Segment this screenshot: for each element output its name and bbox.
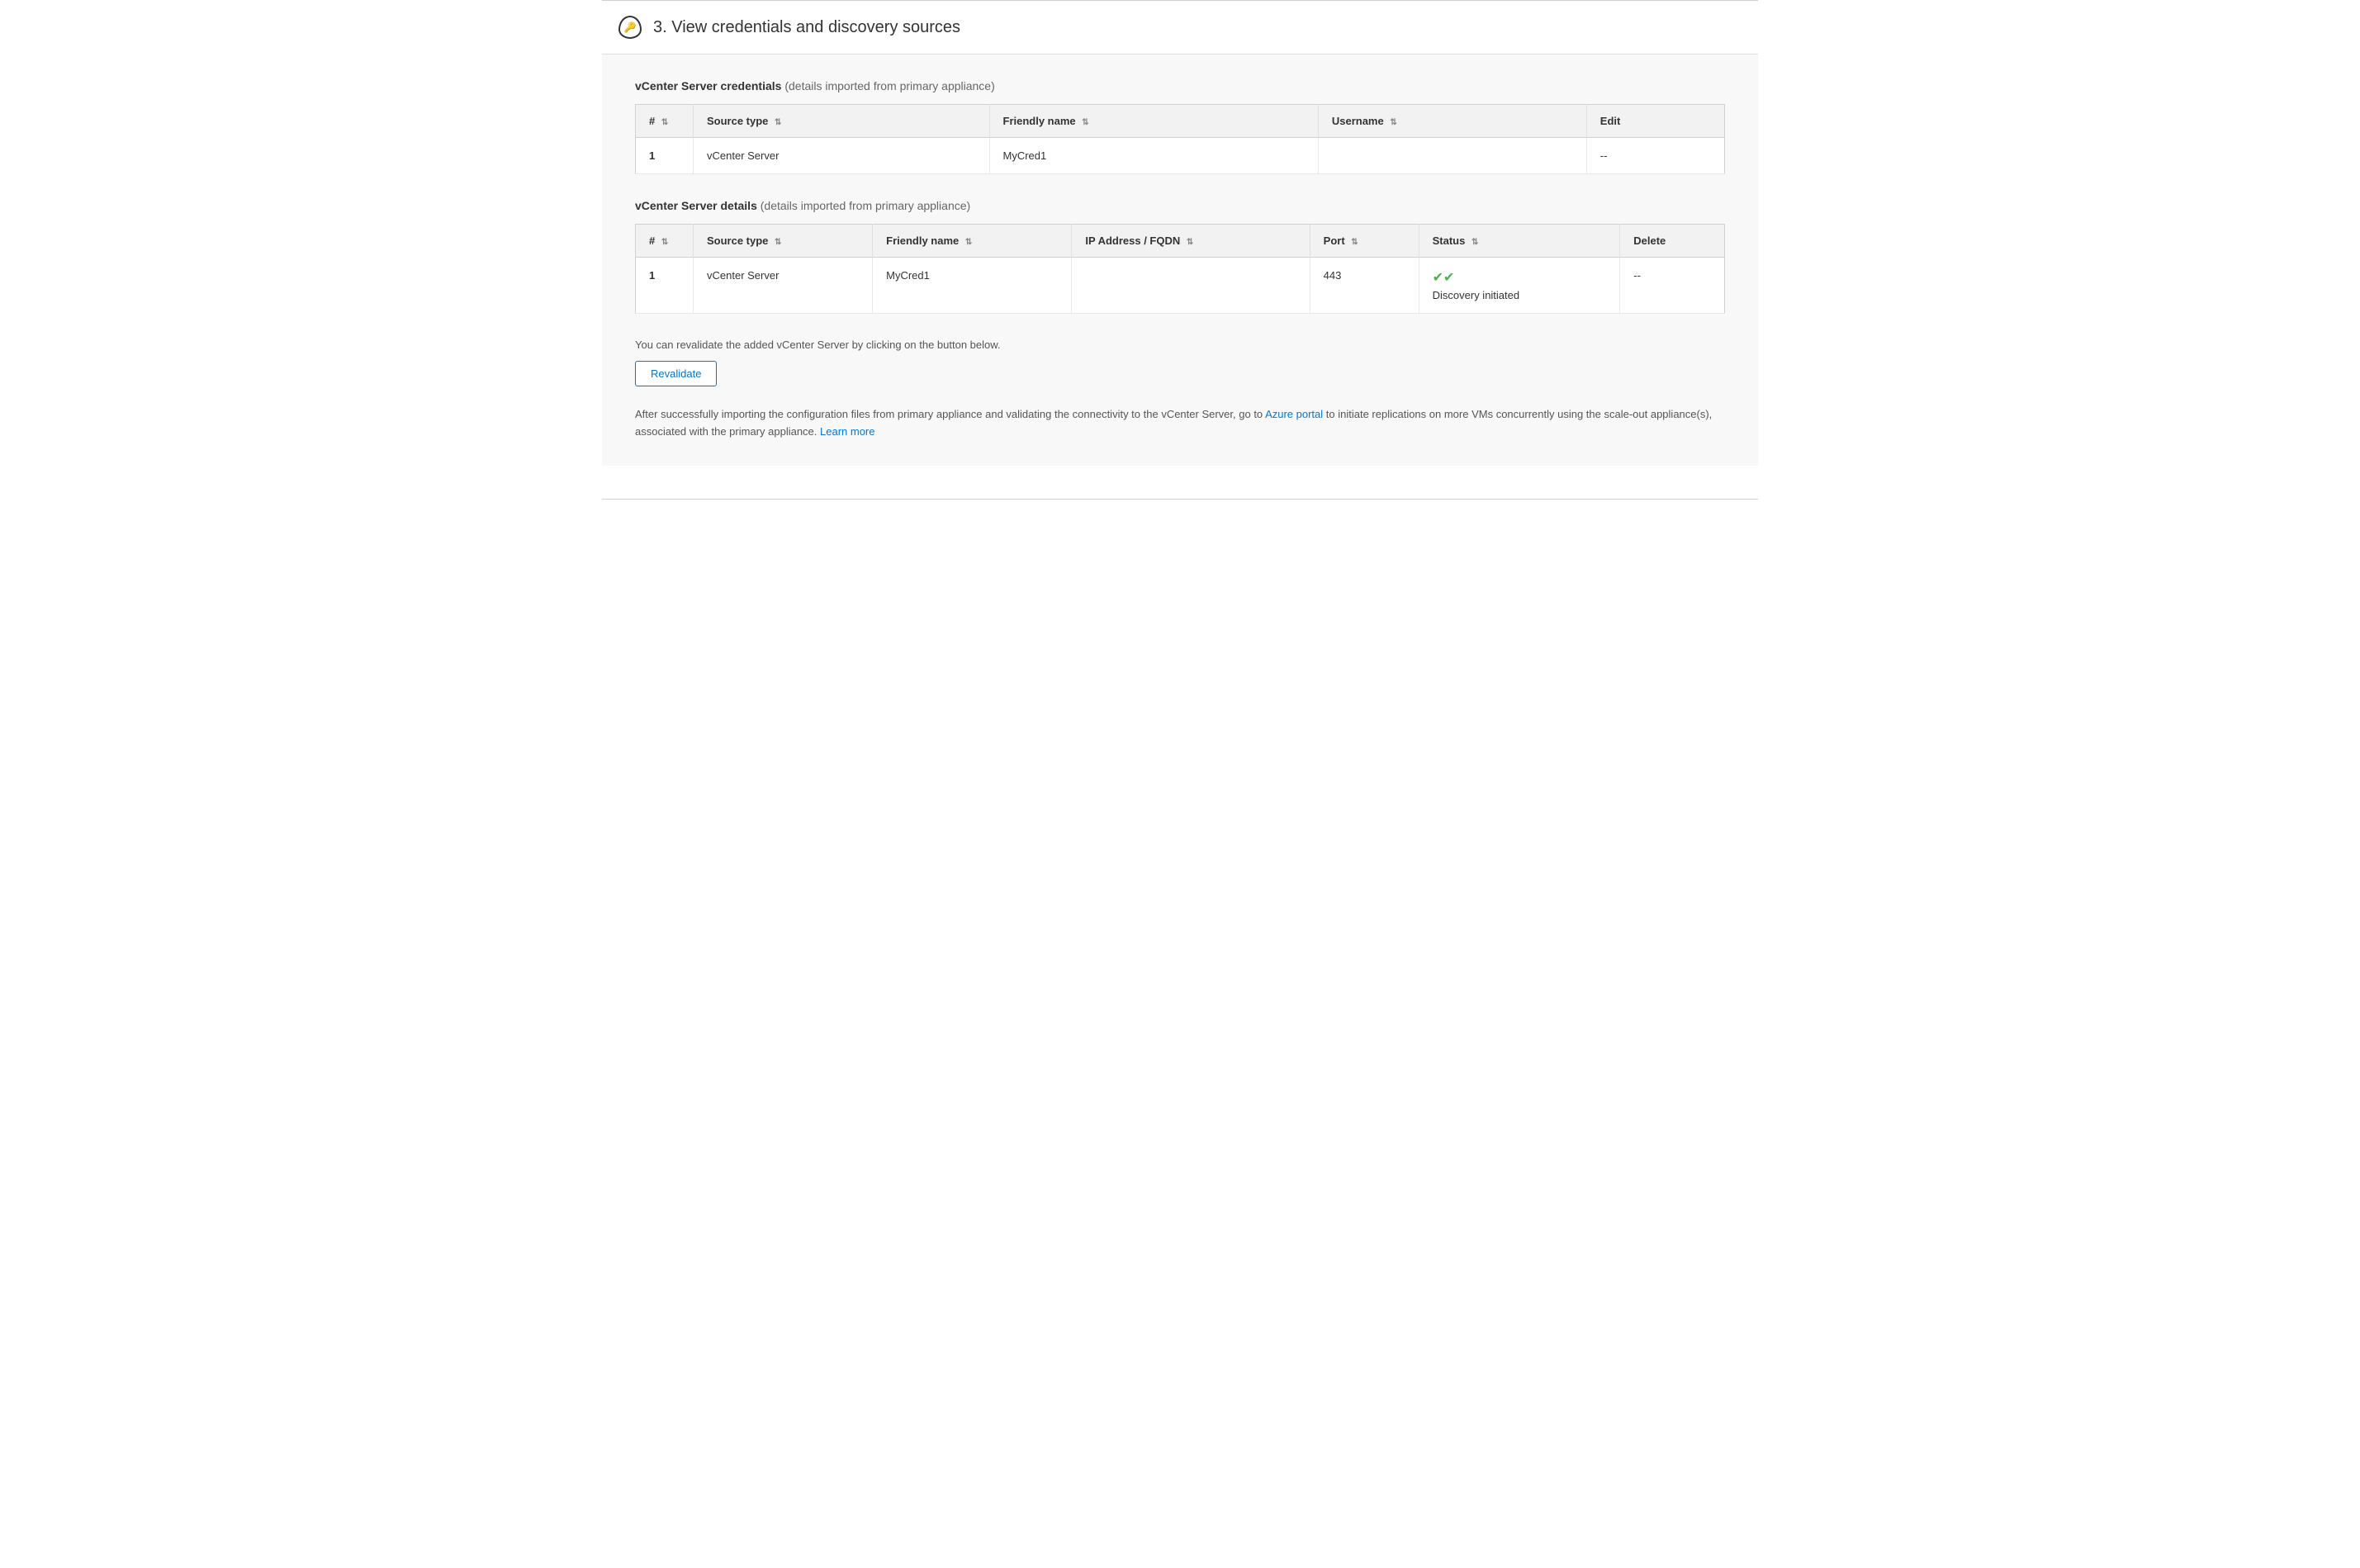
credentials-table: # ⇅ Source type ⇅ Friendly name ⇅ User [635,104,1725,174]
details-section: vCenter Server details (details imported… [635,199,1725,314]
credentials-table-head: # ⇅ Source type ⇅ Friendly name ⇅ User [636,105,1725,138]
td-cred-edit: -- [1586,138,1724,174]
th-det-num[interactable]: # ⇅ [636,225,694,258]
details-table-header-row: # ⇅ Source type ⇅ Friendly name ⇅ IP A [636,225,1725,258]
td-det-delete: -- [1620,258,1725,314]
sort-icon-det-source: ⇅ [775,238,781,247]
credentials-title-bold: vCenter Server credentials [635,79,781,92]
shield-icon [618,16,642,39]
td-det-status: ✔✔ Discovery initiated [1419,258,1620,314]
credentials-title-subtitle: (details imported from primary appliance… [784,79,994,92]
details-table-body: 1 vCenter Server MyCred1 443 ✔✔ Discover… [636,258,1725,314]
revalidate-description: You can revalidate the added vCenter Ser… [635,339,1725,351]
sort-icon-det-status: ⇅ [1471,238,1478,247]
th-det-delete: Delete [1620,225,1725,258]
double-check-icon: ✔✔ [1433,269,1607,286]
credentials-table-header-row: # ⇅ Source type ⇅ Friendly name ⇅ User [636,105,1725,138]
td-det-ip-address [1072,258,1310,314]
main-content: vCenter Server credentials (details impo… [602,54,1758,466]
credentials-section-title: vCenter Server credentials (details impo… [635,79,1725,92]
revalidate-section: You can revalidate the added vCenter Ser… [635,339,1725,386]
sort-icon-cred-source: ⇅ [775,118,781,127]
th-det-friendly-name[interactable]: Friendly name ⇅ [873,225,1072,258]
td-det-num: 1 [636,258,694,314]
td-cred-source-type: vCenter Server [694,138,990,174]
td-det-friendly-name: MyCred1 [873,258,1072,314]
footer-text-before-link1: After successfully importing the configu… [635,408,1265,420]
footer-text-block: After successfully importing the configu… [635,406,1725,441]
details-section-title: vCenter Server details (details imported… [635,199,1725,212]
status-text: Discovery initiated [1433,289,1607,301]
details-title-bold: vCenter Server details [635,199,757,212]
table-row: 1 vCenter Server MyCred1 -- [636,138,1725,174]
th-cred-edit: Edit [1586,105,1724,138]
status-cell: ✔✔ Discovery initiated [1433,269,1607,301]
sort-icon-cred-friendly: ⇅ [1082,118,1088,127]
credentials-section: vCenter Server credentials (details impo… [635,79,1725,174]
th-det-source-type[interactable]: Source type ⇅ [694,225,873,258]
sort-icon-cred-num: ⇅ [661,118,668,127]
credentials-table-body: 1 vCenter Server MyCred1 -- [636,138,1725,174]
td-det-port: 443 [1310,258,1419,314]
td-cred-num: 1 [636,138,694,174]
sort-icon-det-port: ⇅ [1351,238,1358,247]
sort-icon-det-num: ⇅ [661,238,668,247]
page-title: 3. View credentials and discovery source… [653,18,960,37]
th-cred-friendly-name[interactable]: Friendly name ⇅ [989,105,1318,138]
page-header: 3. View credentials and discovery source… [602,1,1758,54]
sort-icon-cred-username: ⇅ [1390,118,1396,127]
details-table-head: # ⇅ Source type ⇅ Friendly name ⇅ IP A [636,225,1725,258]
sort-icon-det-ip: ⇅ [1187,238,1193,247]
th-cred-username[interactable]: Username ⇅ [1318,105,1586,138]
td-cred-friendly-name: MyCred1 [989,138,1318,174]
learn-more-link[interactable]: Learn more [820,425,874,438]
th-det-ip-address[interactable]: IP Address / FQDN ⇅ [1072,225,1310,258]
th-det-status[interactable]: Status ⇅ [1419,225,1620,258]
page-container: 3. View credentials and discovery source… [602,0,1758,500]
azure-portal-link[interactable]: Azure portal [1265,408,1323,420]
details-table: # ⇅ Source type ⇅ Friendly name ⇅ IP A [635,224,1725,314]
details-title-subtitle: (details imported from primary appliance… [761,199,970,212]
bottom-divider [602,499,1758,500]
th-cred-num[interactable]: # ⇅ [636,105,694,138]
td-det-source-type: vCenter Server [694,258,873,314]
table-row: 1 vCenter Server MyCred1 443 ✔✔ Discover… [636,258,1725,314]
th-det-port[interactable]: Port ⇅ [1310,225,1419,258]
td-cred-username [1318,138,1586,174]
th-cred-source-type[interactable]: Source type ⇅ [694,105,990,138]
revalidate-button[interactable]: Revalidate [635,361,717,386]
sort-icon-det-friendly: ⇅ [965,238,972,247]
